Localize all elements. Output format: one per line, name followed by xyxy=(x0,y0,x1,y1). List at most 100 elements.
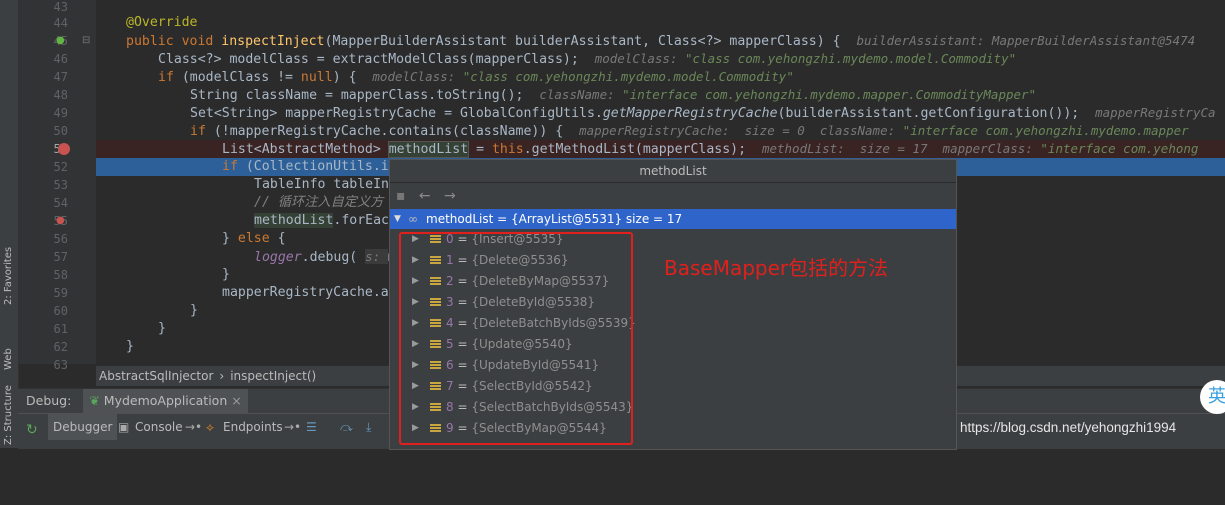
field-icon xyxy=(430,361,441,370)
endpoints-icon: ⟡ xyxy=(206,420,214,434)
expand-arrow-icon[interactable]: ▶ xyxy=(412,355,419,376)
code-line: if (CollectionUtils.i xyxy=(222,159,389,174)
watermark-text: https://blog.csdn.net/yehongzhi1994 xyxy=(960,420,1177,435)
code-line: } xyxy=(126,339,134,354)
field-icon xyxy=(430,235,441,244)
step-into-icon[interactable]: ⤓ xyxy=(366,414,371,440)
popup-toolbar: ▪ ← → xyxy=(390,183,956,209)
line-number: 44 xyxy=(53,16,68,30)
field-icon xyxy=(430,382,441,391)
line-number: 59 xyxy=(53,286,68,300)
code-line: List<AbstractMethod> methodList = this.g… xyxy=(222,141,1199,158)
expand-arrow-icon[interactable]: ▶ xyxy=(412,313,419,334)
debug-config-tab[interactable]: ❦ MydemoApplication × xyxy=(83,389,248,413)
expand-arrow-icon[interactable]: ▶ xyxy=(412,250,419,271)
code-line: } xyxy=(190,303,198,318)
field-icon xyxy=(430,319,441,328)
field-icon xyxy=(430,256,441,265)
infinity-icon: ∞ xyxy=(408,212,418,226)
code-line: } else { xyxy=(222,231,286,246)
editor-gutter: 43 44 45 46 47 48 49 50 51 52 53 54 55 5… xyxy=(18,0,122,372)
line-number: 48 xyxy=(53,88,68,102)
tree-root-row[interactable]: ▼ ∞ methodList = {ArrayList@5531} size =… xyxy=(390,209,956,229)
step-over-icon[interactable]: ⤼ xyxy=(340,414,353,440)
override-icon[interactable]: ● xyxy=(56,32,65,50)
pin-icon[interactable]: →• xyxy=(185,414,202,440)
expand-arrow-icon[interactable]: ▶ xyxy=(412,397,419,418)
close-icon[interactable]: × xyxy=(231,393,241,408)
forward-arrow-icon[interactable]: → xyxy=(444,188,456,204)
expand-arrow-icon[interactable]: ▶ xyxy=(412,376,419,397)
line-number: 47 xyxy=(53,70,68,84)
line-number: 58 xyxy=(53,268,68,282)
breakpoint-icon[interactable] xyxy=(58,143,70,155)
line-number: 52 xyxy=(53,160,68,174)
spring-leaf-icon: ❦ xyxy=(89,393,100,408)
code-line: mapperRegistryCache.a xyxy=(222,285,389,300)
expand-arrow-icon[interactable]: ▶ xyxy=(412,229,419,250)
line-number: 57 xyxy=(53,250,68,264)
line-number: 53 xyxy=(53,178,68,192)
expand-arrow-icon[interactable]: ▶ xyxy=(412,334,419,355)
field-icon xyxy=(430,340,441,349)
list-item[interactable]: ▶ 7 = {SelectById@5542} xyxy=(390,376,956,397)
field-icon xyxy=(430,403,441,412)
watch-icon[interactable]: ▪ xyxy=(396,188,406,204)
code-line: TableInfo tableIn xyxy=(254,177,389,192)
list-item[interactable]: ▶ 3 = {DeleteById@5538} xyxy=(390,292,956,313)
list-item[interactable]: ▶ 6 = {UpdateById@5541} xyxy=(390,355,956,376)
expand-arrow-icon[interactable]: ▶ xyxy=(412,418,419,439)
line-number: 54 xyxy=(53,196,68,210)
line-number: 46 xyxy=(53,52,68,66)
breadcrumb-class[interactable]: AbstractSqlInjector xyxy=(96,369,216,383)
code-line: if (modelClass != null) { modelClass: "c… xyxy=(158,69,794,85)
field-icon xyxy=(430,277,441,286)
console-icon: ▣ xyxy=(118,420,130,434)
code-line: } xyxy=(158,321,166,336)
rerun-icon[interactable]: ↻ xyxy=(26,422,38,438)
root-variable-name: methodList xyxy=(426,212,494,226)
line-number: 61 xyxy=(53,322,68,336)
override-icon[interactable]: ● xyxy=(56,212,65,230)
tab-endpoints[interactable]: Endpoints xyxy=(223,414,283,440)
expand-triangle-icon[interactable]: ▼ xyxy=(394,209,401,229)
list-item[interactable]: ▶ 8 = {SelectBatchByIds@5543} xyxy=(390,397,956,418)
tab-console[interactable]: Console xyxy=(135,414,183,440)
debug-label: Debug: xyxy=(26,393,72,408)
code-line: @Override xyxy=(126,15,198,30)
line-number: 62 xyxy=(53,340,68,354)
code-line: Class<?> modelClass = extractModelClass(… xyxy=(158,51,1017,67)
expand-arrow-icon[interactable]: ▶ xyxy=(412,292,419,313)
list-item[interactable]: ▶ 5 = {Update@5540} xyxy=(390,334,956,355)
code-line: logger.debug( s: m xyxy=(254,249,396,265)
code-line: String className = mapperClass.toString(… xyxy=(190,87,1037,103)
code-line: } xyxy=(222,267,230,282)
line-number: 63 xyxy=(53,358,68,372)
line-number: 49 xyxy=(53,106,68,120)
popup-title: methodList xyxy=(390,160,956,183)
frames-icon[interactable]: ☰ xyxy=(306,414,317,440)
variable-popup[interactable]: methodList ▪ ← → ▼ ∞ methodList = {Array… xyxy=(389,159,957,450)
code-line: if (!mapperRegistryCache.contains(classN… xyxy=(190,123,1189,139)
root-variable-value: = {ArrayList@5531} size = 17 xyxy=(493,212,683,226)
pin-icon[interactable]: →• xyxy=(284,414,301,440)
fold-icon[interactable]: ⊟ xyxy=(82,32,90,50)
line-number: 60 xyxy=(53,304,68,318)
line-number: 50 xyxy=(53,124,68,138)
code-line: methodList.forEac xyxy=(254,213,389,228)
code-line: public void inspectInject(MapperBuilderA… xyxy=(126,33,1196,49)
list-item[interactable]: ▶ 4 = {DeleteBatchByIds@5539} xyxy=(390,313,956,334)
code-line: // 循环注入自定义方 xyxy=(254,195,384,210)
list-item[interactable]: ▶ 9 = {SelectByMap@5544} xyxy=(390,418,956,439)
left-tool-strip: 2: Favorites Web Z: Structure xyxy=(0,0,19,448)
back-arrow-icon[interactable]: ← xyxy=(419,188,431,204)
structure-tab[interactable]: Z: Structure xyxy=(0,385,18,505)
field-icon xyxy=(430,298,441,307)
expand-arrow-icon[interactable]: ▶ xyxy=(412,271,419,292)
field-icon xyxy=(430,424,441,433)
breadcrumb-method[interactable]: inspectInject() xyxy=(227,369,319,383)
list-item[interactable]: ▶ 0 = {Insert@5535} xyxy=(390,229,956,250)
annotation-text: BaseMapper包括的方法 xyxy=(664,256,889,280)
tab-debugger[interactable]: Debugger xyxy=(48,414,118,440)
breadcrumb-separator: › xyxy=(219,369,225,383)
